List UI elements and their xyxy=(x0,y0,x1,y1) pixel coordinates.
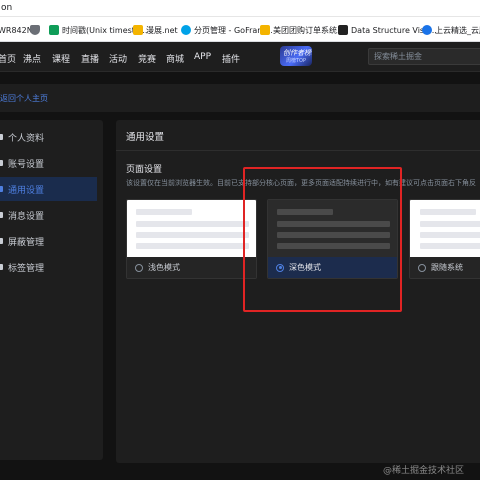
settings-icon xyxy=(0,186,3,192)
bookmark-label: 美团团购订单系统... xyxy=(273,25,345,35)
nav-events[interactable]: 活动 xyxy=(109,52,127,65)
preview-bar xyxy=(136,221,249,227)
nav-live[interactable]: 直播 xyxy=(81,52,99,65)
preview-bar xyxy=(136,232,249,238)
bookmark-item[interactable] xyxy=(30,24,40,36)
search-input[interactable]: 探索稀土掘金 xyxy=(368,48,480,65)
bookmark-label: 上云精选_云服务 xyxy=(435,25,480,35)
tag-icon xyxy=(0,264,3,270)
sidebar-item-label: 屏蔽管理 xyxy=(8,237,45,248)
sidebar-item-block[interactable]: 屏蔽管理 xyxy=(0,229,97,253)
divider xyxy=(116,150,480,151)
page-title: 通用设置 xyxy=(126,132,165,143)
message-icon xyxy=(0,212,3,218)
bookmark-item[interactable]: 漫展.net xyxy=(133,24,178,36)
block-icon xyxy=(0,238,3,244)
address-bar[interactable]: on xyxy=(0,0,480,17)
sidebar-item-label: 标签管理 xyxy=(8,263,45,274)
sidebar-item-label: 消息设置 xyxy=(8,211,45,222)
back-to-profile-link[interactable]: 返回个人主页 xyxy=(0,93,48,104)
bookmark-label: 漫展.net xyxy=(146,25,178,35)
theme-preview xyxy=(410,200,480,259)
sidebar-item-profile[interactable]: 个人资料 xyxy=(0,125,97,149)
section-title: 页面设置 xyxy=(126,165,163,175)
back-bar: 返回个人主页 xyxy=(0,84,480,112)
profile-icon xyxy=(0,134,3,140)
preview-bar xyxy=(136,243,249,249)
sidebar-item-label: 个人资料 xyxy=(8,133,45,144)
preview-bar xyxy=(420,221,480,227)
nav-pins[interactable]: 沸点 xyxy=(23,52,41,65)
url-text: on xyxy=(1,3,13,13)
theme-footer: 跟随系统 xyxy=(410,257,480,278)
preview-bar xyxy=(420,209,476,215)
sidebar-item-label: 通用设置 xyxy=(8,185,45,196)
bookmark-label: WR842N xyxy=(0,25,33,35)
theme-label: 浅色模式 xyxy=(148,263,180,272)
theme-label: 跟随系统 xyxy=(431,263,463,272)
bookmark-item[interactable]: 上云精选_云服务 xyxy=(422,24,480,36)
sidebar-item-messages[interactable]: 消息设置 xyxy=(0,203,97,227)
folder-icon xyxy=(133,25,143,35)
preview-bar xyxy=(420,243,480,249)
sidebar-item-label: 账号设置 xyxy=(8,159,45,170)
sheet-icon xyxy=(49,25,59,35)
creator-ranking-banner[interactable]: 创作者榜单 周榜TOP xyxy=(280,46,312,66)
goframe-icon xyxy=(181,25,191,35)
settings-sidebar: 个人资料 账号设置 通用设置 消息设置 屏蔽管理 标签管理 xyxy=(0,120,103,460)
sidebar-item-general[interactable]: 通用设置 xyxy=(0,177,97,201)
radio-icon[interactable] xyxy=(135,263,143,272)
bookmark-item[interactable]: WR842N xyxy=(0,24,33,36)
highlight-box xyxy=(243,167,402,312)
bookmarks-bar: WR842N 时间戳(Unix timesta... 漫展.net 分页管理 -… xyxy=(0,17,480,42)
bookmark-item[interactable]: 美团团购订单系统... xyxy=(260,24,345,36)
usf-icon xyxy=(338,25,348,35)
preview-bar xyxy=(420,232,480,238)
nav-plugins[interactable]: 插件 xyxy=(222,52,240,65)
sidebar-item-account[interactable]: 账号设置 xyxy=(0,151,97,175)
cloud-icon xyxy=(422,25,432,35)
theme-preview xyxy=(127,200,256,259)
theme-footer: 浅色模式 xyxy=(127,257,256,278)
nav-shop[interactable]: 商城 xyxy=(166,52,184,65)
promo-subtitle: 周榜TOP xyxy=(286,58,307,64)
theme-option-system[interactable]: 跟随系统 xyxy=(409,199,480,279)
nav-app[interactable]: APP xyxy=(194,52,211,62)
search-placeholder: 探索稀土掘金 xyxy=(374,52,422,61)
nav-contests[interactable]: 竞赛 xyxy=(138,52,156,65)
preview-bar xyxy=(136,209,192,215)
nav-home[interactable]: 首页 xyxy=(0,52,16,65)
radio-icon[interactable] xyxy=(418,263,426,272)
shield-icon xyxy=(30,25,40,35)
account-icon xyxy=(0,160,3,166)
theme-option-light[interactable]: 浅色模式 xyxy=(126,199,257,279)
folder-icon xyxy=(260,25,270,35)
bookmark-item[interactable]: 分页管理 - GoFram... xyxy=(181,24,273,36)
watermark: @稀土掘金技术社区 xyxy=(383,466,465,476)
sidebar-item-tags[interactable]: 标签管理 xyxy=(0,255,97,279)
nav-courses[interactable]: 课程 xyxy=(52,52,70,65)
